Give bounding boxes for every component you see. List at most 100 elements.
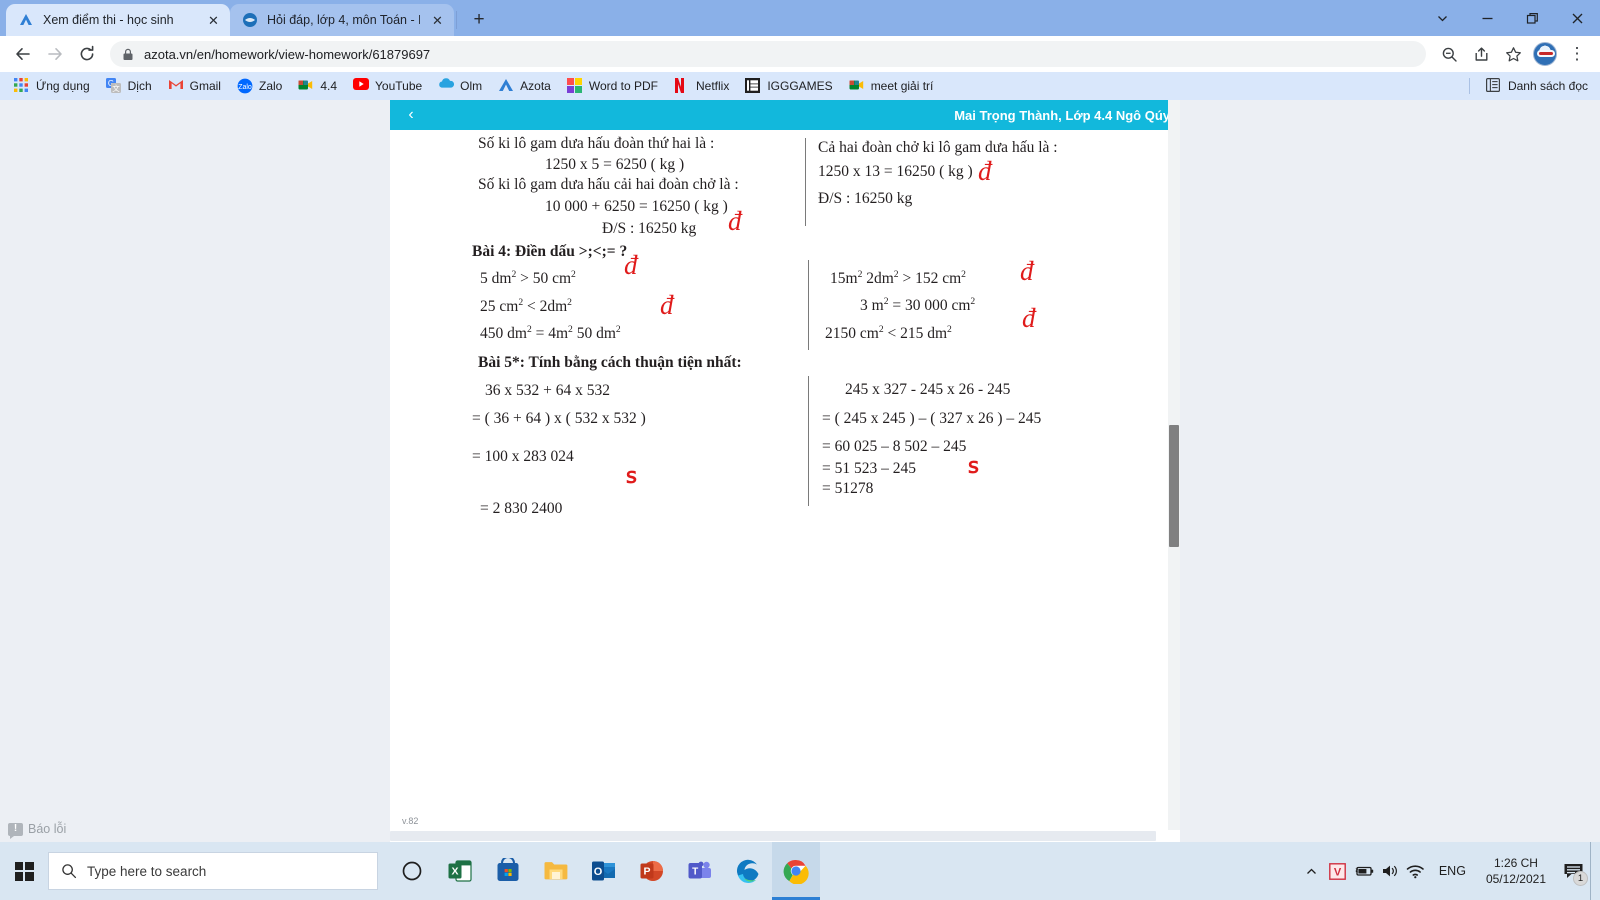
back-button[interactable] — [8, 39, 38, 69]
notifications-button[interactable]: 1 — [1556, 842, 1590, 900]
teacher-mark-correct: đ — [978, 156, 992, 186]
reading-list-icon — [1485, 78, 1502, 94]
svg-text:文: 文 — [112, 83, 120, 93]
reading-list-button[interactable]: Danh sách đọc — [1478, 75, 1592, 97]
report-error-button[interactable]: ! Báo lỗi — [8, 822, 67, 839]
bookmark-label: Ứng dụng — [36, 79, 90, 93]
bai5-left-line: = ( 36 + 64 ) x ( 532 x 532 ) — [472, 410, 646, 427]
tab-xem-diem-thi[interactable]: Xem điểm thi - học sinh ✕ — [6, 4, 230, 36]
tab-strip: Xem điểm thi - học sinh ✕ Hỏi đáp, lớp 4… — [0, 0, 1600, 36]
edge-icon[interactable] — [724, 842, 772, 900]
bookmark-ung-dung[interactable]: Ứng dụng — [6, 75, 98, 97]
search-input[interactable]: Type here to search — [48, 852, 378, 890]
svg-text:O: O — [594, 866, 603, 878]
minimize-button[interactable] — [1465, 0, 1510, 36]
vertical-scrollbar[interactable] — [1168, 100, 1180, 842]
reading-list-label: Danh sách đọc — [1507, 79, 1588, 93]
vertical-scrollbar-thumb[interactable] — [1169, 425, 1179, 547]
bai5-right-line: = 51 523 – 245 — [822, 460, 916, 477]
notification-badge: 1 — [1573, 871, 1588, 886]
star-icon[interactable] — [1498, 39, 1528, 69]
doc-text-line: 10 000 + 6250 = 16250 ( kg ) — [545, 198, 728, 215]
window-controls — [1420, 0, 1600, 36]
bai4-heading: Bài 4: Điền dấu >;<;= ? — [472, 243, 628, 260]
excel-icon[interactable]: X — [436, 842, 484, 900]
horizontal-scrollbar-thumb[interactable] — [390, 831, 1156, 841]
bookmark-meet-giai-tri[interactable]: meet giải trí — [841, 75, 942, 97]
svg-text:V: V — [1334, 866, 1342, 878]
search-placeholder: Type here to search — [87, 863, 207, 879]
new-tab-button[interactable]: + — [465, 5, 493, 33]
reload-button[interactable] — [72, 39, 102, 69]
show-desktop-button[interactable] — [1590, 842, 1596, 900]
bai5-right-line: = ( 245 x 245 ) – ( 327 x 26 ) – 245 — [822, 410, 1042, 427]
language-indicator[interactable]: ENG — [1429, 864, 1476, 878]
avatar[interactable] — [1533, 42, 1557, 66]
chrome-menu-icon[interactable]: ⋮ — [1562, 39, 1592, 69]
zoom-out-icon[interactable] — [1434, 39, 1464, 69]
column-divider — [805, 138, 806, 226]
gmail-icon — [168, 78, 184, 94]
file-explorer-icon[interactable] — [532, 842, 580, 900]
chrome-icon[interactable] — [772, 842, 820, 900]
bookmark-word-to-pdf[interactable]: Word to PDF — [559, 75, 666, 97]
bookmark-olm[interactable]: Olm — [430, 75, 490, 97]
report-error-label: Báo lỗi — [28, 822, 67, 836]
doc-text-line: Đ/S : 16250 kg — [602, 220, 697, 237]
tab-title: Xem điểm thi - học sinh — [43, 13, 174, 27]
share-icon[interactable] — [1466, 39, 1496, 69]
clock-date: 05/12/2021 — [1485, 872, 1546, 886]
youtube-icon — [353, 78, 370, 94]
viewer-header: ‹ Mai Trọng Thành, Lớp 4.4 Ngô Qúy — [390, 100, 1180, 130]
bookmark-dich[interactable]: G文 Dịch — [98, 75, 160, 97]
horizontal-scrollbar[interactable] — [390, 830, 1180, 842]
address-bar[interactable]: azota.vn/en/homework/view-homework/61879… — [110, 41, 1426, 67]
antivirus-icon[interactable]: V — [1325, 842, 1351, 900]
close-button[interactable] — [1555, 0, 1600, 36]
teams-icon[interactable]: T — [676, 842, 724, 900]
outlook-icon[interactable]: O — [580, 842, 628, 900]
bookmark-zalo[interactable]: Zalo Zalo — [229, 75, 290, 97]
browser-toolbar: azota.vn/en/homework/view-homework/61879… — [0, 36, 1600, 72]
teacher-mark-correct: đ — [1020, 256, 1034, 286]
windows-logo-icon — [14, 861, 34, 881]
bai4-right-line: 2150 cm2 < 215 dm2 — [825, 323, 952, 342]
tab-hoi-dap-lop-4[interactable]: Hỏi đáp, lớp 4, môn Toán - Hoc24 ✕ — [230, 4, 454, 36]
bookmark-label: Olm — [460, 79, 483, 93]
bookmark-netflix[interactable]: Netflix — [666, 75, 737, 97]
microsoft-store-icon[interactable] — [484, 842, 532, 900]
powerpoint-icon[interactable]: P — [628, 842, 676, 900]
bookmark-azota[interactable]: Azota — [490, 75, 559, 97]
bai5-right-line: 245 x 327 - 245 x 26 - 245 — [845, 381, 1011, 398]
bookmark-igggames[interactable]: IGGGAMES — [737, 75, 840, 97]
bookmarks-bar: Ứng dụng G文 Dịch Gmail Zalo Zalo 4.4 You… — [0, 72, 1600, 100]
forward-button[interactable] — [40, 39, 70, 69]
bookmark-gmail[interactable]: Gmail — [160, 75, 229, 97]
bookmark-label: Azota — [520, 79, 551, 93]
bookmark-youtube[interactable]: YouTube — [345, 75, 430, 97]
igggames-icon — [745, 78, 761, 94]
start-button[interactable] — [0, 842, 48, 900]
bookmark-44[interactable]: 4.4 — [290, 75, 345, 97]
maximize-button[interactable] — [1510, 0, 1555, 36]
cortana-icon[interactable] — [388, 842, 436, 900]
doc-text-line: 1250 x 13 = 16250 ( kg ) — [818, 163, 973, 180]
tray-overflow-icon[interactable] — [1299, 842, 1325, 900]
teacher-mark-s: ꜱ — [968, 454, 979, 478]
close-icon[interactable]: ✕ — [429, 12, 446, 29]
clock[interactable]: 1:26 CH 05/12/2021 — [1476, 855, 1556, 887]
windows-taskbar: Type here to search X O P T V ENG 1:26 C… — [0, 842, 1600, 900]
tab-search-button[interactable] — [1420, 0, 1465, 36]
homework-document: Số ki lô gam dưa hấu đoàn thứ hai là : 1… — [390, 130, 1180, 828]
wifi-icon[interactable] — [1403, 842, 1429, 900]
doc-text-line: Đ/S : 16250 kg — [818, 190, 913, 207]
hoc24-icon — [242, 12, 258, 28]
volume-icon[interactable] — [1377, 842, 1403, 900]
battery-icon[interactable] — [1351, 842, 1377, 900]
bai4-left-line: 25 cm2 < 2dm2 — [480, 296, 572, 315]
bookmark-label: Word to PDF — [588, 79, 658, 93]
close-icon[interactable]: ✕ — [205, 12, 222, 29]
svg-text:P: P — [643, 866, 650, 878]
back-chevron-icon[interactable]: ‹ — [400, 104, 422, 126]
bai5-heading: Bài 5*: Tính bằng cách thuận tiện nhất: — [478, 354, 742, 371]
